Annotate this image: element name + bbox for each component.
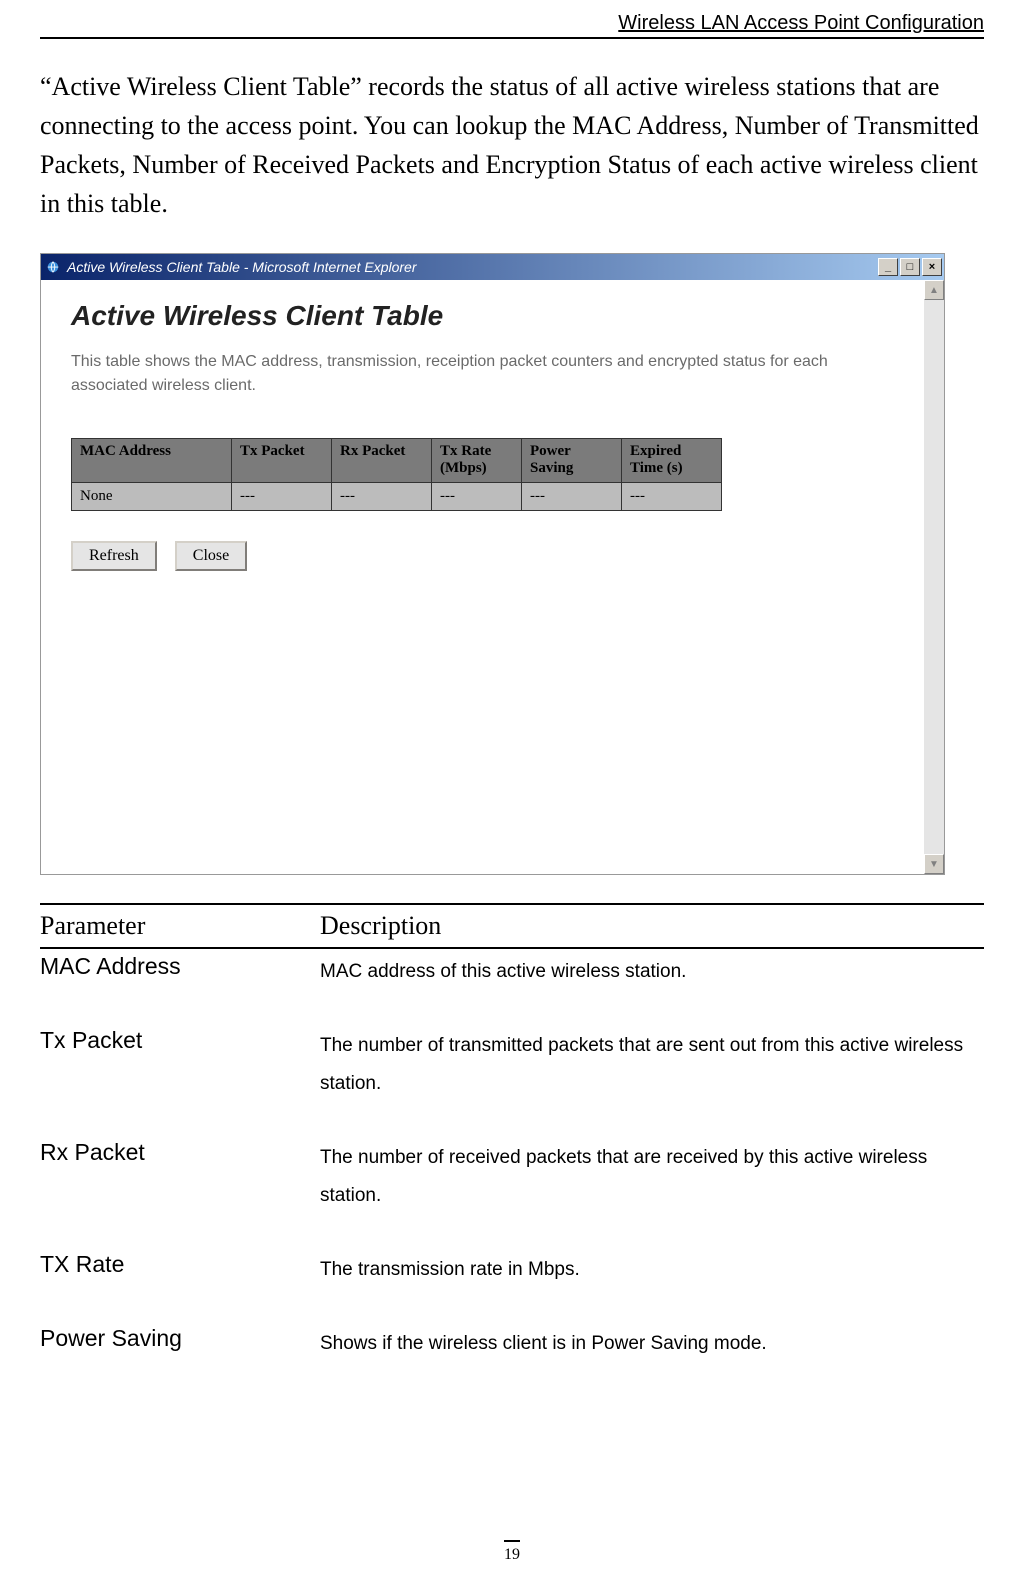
embedded-screenshot-window: Active Wireless Client Table - Microsoft… [40, 253, 945, 875]
close-window-button[interactable]: × [922, 258, 942, 276]
param-header-description: Description [320, 911, 984, 941]
th-rx: Rx Packet [332, 439, 432, 483]
scroll-up-icon[interactable]: ▲ [924, 280, 944, 300]
window-body: Active Wireless Client Table This table … [41, 280, 944, 874]
content-description: This table shows the MAC address, transm… [71, 350, 894, 398]
param-desc: The transmission rate in Mbps. [320, 1251, 984, 1289]
vertical-scrollbar[interactable]: ▲ ▼ [924, 280, 944, 874]
param-name: MAC Address [40, 953, 320, 991]
td-rx: --- [332, 483, 432, 511]
th-tx: Tx Packet [232, 439, 332, 483]
param-name: Tx Packet [40, 1027, 320, 1103]
minimize-button[interactable]: _ [878, 258, 898, 276]
td-expired: --- [622, 483, 722, 511]
window-buttons: _ □ × [876, 258, 942, 276]
window-title: Active Wireless Client Table - Microsoft… [67, 259, 876, 275]
td-mac: None [72, 483, 232, 511]
param-desc: MAC address of this active wireless stat… [320, 953, 984, 991]
refresh-button[interactable]: Refresh [71, 541, 157, 571]
param-desc: Shows if the wireless client is in Power… [320, 1325, 984, 1363]
th-power: Power Saving [522, 439, 622, 483]
th-txrate: Tx Rate (Mbps) [432, 439, 522, 483]
param-name: TX Rate [40, 1251, 320, 1289]
th-expired: Expired Time (s) [622, 439, 722, 483]
table-row: None --- --- --- --- --- [72, 483, 722, 511]
page-number: 19 [504, 1546, 520, 1563]
param-row: TX Rate The transmission rate in Mbps. [40, 1251, 984, 1289]
param-row: Tx Packet The number of transmitted pack… [40, 1027, 984, 1103]
param-name: Rx Packet [40, 1139, 320, 1215]
close-button[interactable]: Close [175, 541, 247, 571]
td-txrate: --- [432, 483, 522, 511]
th-mac: MAC Address [72, 439, 232, 483]
page-number-footer: 19 [504, 1540, 520, 1564]
param-table-header: Parameter Description [40, 905, 984, 947]
parameter-table: Parameter Description MAC Address MAC ad… [40, 903, 984, 1363]
ie-icon [45, 259, 61, 275]
scroll-down-icon[interactable]: ▼ [924, 854, 944, 874]
table-header-row: MAC Address Tx Packet Rx Packet Tx Rate … [72, 439, 722, 483]
param-row: Power Saving Shows if the wireless clien… [40, 1325, 984, 1363]
param-header-parameter: Parameter [40, 911, 320, 941]
client-table: MAC Address Tx Packet Rx Packet Tx Rate … [71, 438, 722, 511]
param-name: Power Saving [40, 1325, 320, 1363]
param-desc: The number of transmitted packets that a… [320, 1027, 984, 1103]
param-rows: MAC Address MAC address of this active w… [40, 953, 984, 1363]
intro-paragraph: “Active Wireless Client Table” records t… [40, 67, 984, 223]
td-power: --- [522, 483, 622, 511]
td-tx: --- [232, 483, 332, 511]
param-table-mid-divider [40, 947, 984, 949]
action-buttons: Refresh Close [71, 541, 894, 571]
param-row: MAC Address MAC address of this active w… [40, 953, 984, 991]
header-divider [40, 37, 984, 39]
param-row: Rx Packet The number of received packets… [40, 1139, 984, 1215]
content-heading: Active Wireless Client Table [71, 300, 894, 332]
param-desc: The number of received packets that are … [320, 1139, 984, 1215]
window-titlebar: Active Wireless Client Table - Microsoft… [41, 254, 944, 280]
window-content: Active Wireless Client Table This table … [41, 280, 924, 874]
page-header-breadcrumb: Wireless LAN Access Point Configuration [40, 0, 984, 37]
maximize-button[interactable]: □ [900, 258, 920, 276]
